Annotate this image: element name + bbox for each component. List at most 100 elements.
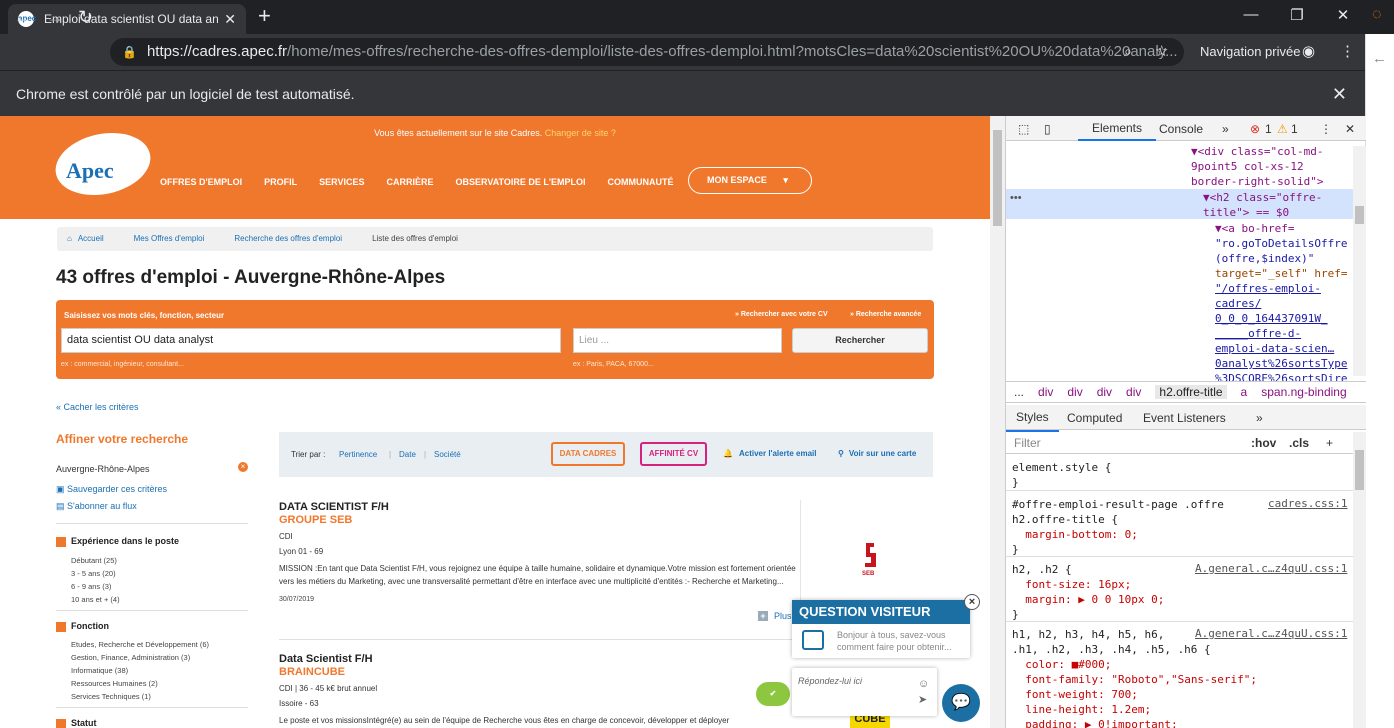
data-cadres-button[interactable]: DATA CADRES: [551, 442, 625, 466]
style-rule[interactable]: h2, .h2 { font-size: 16px; margin: ▶ 0 0…: [1012, 562, 1164, 622]
filter-option[interactable]: 10 ans et + (4): [71, 595, 120, 604]
keywords-input[interactable]: data scientist OU data analyst: [61, 328, 561, 353]
side-back-icon[interactable]: ←: [1372, 50, 1387, 67]
emoji-icon[interactable]: ☺: [918, 678, 929, 690]
send-icon[interactable]: ➤: [918, 693, 927, 706]
close-window-icon[interactable]: ✕: [1320, 6, 1366, 24]
filter-option[interactable]: 3 - 5 ans (20): [71, 569, 116, 578]
menu-offres[interactable]: OFFRES D'EMPLOI: [160, 177, 242, 187]
dom-link[interactable]: _____offre-d-: [1215, 326, 1394, 341]
menu-profil[interactable]: PROFIL: [264, 177, 297, 187]
close-devtools-icon[interactable]: ✕: [1345, 122, 1355, 136]
sort-date[interactable]: Date: [399, 450, 416, 459]
crumb[interactable]: div: [1038, 385, 1053, 399]
breadcrumb-accueil[interactable]: Accueil: [78, 227, 104, 251]
change-site-link[interactable]: Changer de site ?: [545, 128, 616, 138]
fonction-section[interactable]: Fonction: [56, 621, 109, 632]
crumb[interactable]: div: [1097, 385, 1112, 399]
dom-link[interactable]: emploi-data-scien…: [1215, 341, 1394, 356]
error-icon[interactable]: ⊗: [1250, 122, 1260, 136]
new-tab-icon[interactable]: +: [258, 5, 271, 27]
hov-toggle[interactable]: :hov: [1251, 432, 1276, 454]
chat-reply-input[interactable]: Répondez-lui ici: [792, 668, 937, 716]
filter-option[interactable]: Débutant (25): [71, 556, 117, 565]
affinite-cv-button[interactable]: AFFINITÉ CV: [640, 442, 707, 466]
style-rule[interactable]: #offre-emploi-result-page .offre h2.offr…: [1012, 497, 1224, 557]
filter-option[interactable]: Etudes, Recherche et Développement (6): [71, 640, 209, 649]
tab-console[interactable]: Console: [1159, 122, 1203, 136]
menu-kebab-icon[interactable]: ⋮: [1340, 42, 1355, 60]
rss-link[interactable]: ▤ S'abonner au flux: [56, 501, 137, 512]
search-cv-link[interactable]: » Rechercher avec votre CV: [735, 311, 828, 318]
address-bar[interactable]: 🔒 https://cadres.apec.fr/home/mes-offres/…: [110, 38, 1184, 66]
crumb[interactable]: div: [1126, 385, 1141, 399]
dom-link[interactable]: "/offres-emploi-: [1215, 281, 1394, 296]
dom-line[interactable]: target="_self" href=: [1215, 266, 1394, 281]
back-icon[interactable]: ←: [14, 8, 32, 26]
filter-option[interactable]: Ressources Humaines (2): [71, 679, 158, 688]
dom-link[interactable]: 0_0_0_164437091W_: [1215, 311, 1394, 326]
dom-link[interactable]: 0analyst%26sortsType: [1215, 356, 1394, 371]
advanced-search-link[interactable]: » Recherche avancée: [850, 311, 921, 318]
dom-line[interactable]: "ro.goToDetailsOffre: [1215, 236, 1394, 251]
sort-societe[interactable]: Société: [434, 450, 461, 459]
home-icon[interactable]: ⌂: [67, 227, 72, 251]
statut-section[interactable]: Statut: [56, 718, 97, 728]
extension-icon[interactable]: ◌: [1372, 6, 1382, 24]
close-infobar-icon[interactable]: ✕: [1332, 71, 1347, 117]
job-card[interactable]: Data Scientist F/H BRAINCUBE CDI | 36 - …: [279, 653, 799, 727]
visitor-question-widget[interactable]: QUESTION VISITEUR Bonjour à tous, savez-…: [792, 600, 970, 658]
zoom-icon[interactable]: ⌕: [1124, 43, 1132, 60]
cls-toggle[interactable]: .cls: [1289, 432, 1309, 454]
menu-services[interactable]: SERVICES: [319, 177, 364, 187]
restore-icon[interactable]: ❐: [1274, 6, 1320, 24]
close-tab-icon[interactable]: ✕: [224, 11, 236, 28]
tab-elements[interactable]: Elements: [1078, 116, 1156, 141]
inspect-icon[interactable]: ⬚: [1018, 122, 1029, 136]
page-scrollbar[interactable]: [990, 116, 1005, 728]
save-criteria-link[interactable]: ▣ Sauvegarder ces critères: [56, 484, 167, 495]
crumb[interactable]: div: [1067, 385, 1082, 399]
breadcrumb-recherche[interactable]: Recherche des offres d'emploi: [234, 227, 342, 251]
menu-observatoire[interactable]: OBSERVATOIRE DE L'EMPLOI: [456, 177, 586, 187]
hide-criteria-link[interactable]: « Cacher les critères: [56, 402, 139, 412]
job-title[interactable]: Data Scientist F/H: [279, 653, 799, 665]
rule-source-link[interactable]: cadres.css:1: [1268, 497, 1347, 510]
styles-scrollbar[interactable]: [1353, 432, 1366, 728]
close-chat-icon[interactable]: ×: [964, 594, 980, 610]
rule-source-link[interactable]: A.general.c…z4quU.css:1: [1195, 627, 1347, 640]
dom-line[interactable]: ▼<a bo-href=: [1215, 221, 1394, 236]
dom-scrollbar[interactable]: [1353, 146, 1366, 376]
filter-option[interactable]: 6 - 9 ans (3): [71, 582, 111, 591]
more-tabs-icon[interactable]: »: [1222, 122, 1229, 136]
dom-link[interactable]: %3DSCORE%26sortsDire: [1215, 371, 1394, 381]
rule-source-link[interactable]: A.general.c…z4quU.css:1: [1195, 562, 1347, 575]
sort-pertinence[interactable]: Pertinence: [339, 450, 377, 459]
more-button[interactable]: + Plus: [758, 611, 792, 621]
bookmark-star-icon[interactable]: ☆: [1155, 42, 1168, 60]
email-alert-link[interactable]: 🔔 Activer l'alerte email: [723, 449, 816, 458]
node-actions-icon[interactable]: •••: [1010, 192, 1022, 204]
job-card[interactable]: DATA SCIENTIST F/H GROUPE SEB CDI Lyon 0…: [279, 501, 799, 603]
chat-launcher-button[interactable]: 💬: [942, 684, 980, 722]
breadcrumb-mes-offres[interactable]: Mes Offres d'emploi: [134, 227, 205, 251]
filter-option[interactable]: Services Techniques (1): [71, 692, 151, 701]
more-tabs-icon[interactable]: »: [1256, 411, 1263, 425]
styles-filter-input[interactable]: Filter :hov .cls +: [1006, 432, 1353, 454]
style-rule[interactable]: h1, h2, h3, h4, h5, h6, .h1, .h2, .h3, .…: [1012, 627, 1257, 728]
device-toggle-icon[interactable]: ▯: [1044, 122, 1051, 136]
map-link[interactable]: ⚲ Voir sur une carte: [838, 449, 916, 458]
style-rule[interactable]: element.style { }: [1012, 460, 1111, 490]
remove-filter-icon[interactable]: ×: [238, 462, 248, 472]
filter-option[interactable]: Informatique (38): [71, 666, 128, 675]
mon-espace-button[interactable]: MON ESPACE ▾: [688, 167, 812, 194]
browser-tab[interactable]: apec Emploi data scientist OU data ana ✕: [8, 4, 246, 34]
reload-icon[interactable]: ↻: [78, 8, 93, 26]
dom-line[interactable]: (offre,$index)": [1215, 251, 1394, 266]
tab-styles[interactable]: Styles: [1006, 405, 1059, 432]
crumb[interactable]: ...: [1014, 385, 1024, 399]
menu-communaute[interactable]: COMMUNAUTÉ: [608, 177, 674, 187]
dom-link[interactable]: cadres/: [1215, 296, 1394, 311]
incognito-icon[interactable]: ◉: [1302, 42, 1315, 60]
crumb[interactable]: span.ng-binding: [1261, 385, 1346, 399]
